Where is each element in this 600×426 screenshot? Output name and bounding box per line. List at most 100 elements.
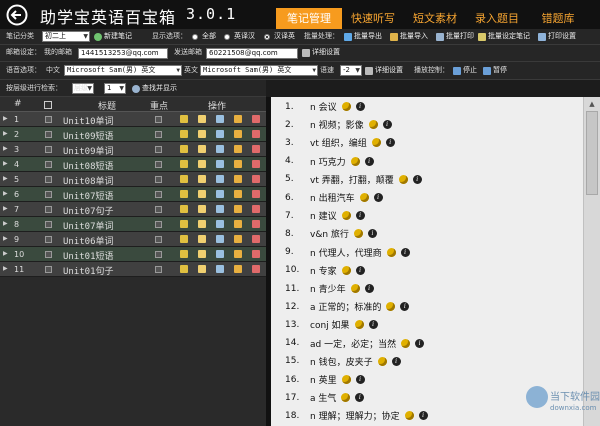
row-edit-icon[interactable] xyxy=(198,115,206,123)
row-title[interactable]: Unit09短语 xyxy=(63,129,114,142)
row-select-checkbox[interactable] xyxy=(45,206,52,213)
row-expand-arrow-icon[interactable]: ▶ xyxy=(3,145,8,152)
row-folder-icon[interactable] xyxy=(234,205,242,213)
tab-notes[interactable]: 笔记管理 xyxy=(276,8,342,29)
row-title[interactable]: Unit08单词 xyxy=(63,174,114,187)
row-folder-icon[interactable] xyxy=(234,160,242,168)
row-edit-icon[interactable] xyxy=(198,265,206,273)
row-select-checkbox[interactable] xyxy=(45,176,52,183)
speaker-icon[interactable] xyxy=(377,356,387,366)
tab-dictation[interactable]: 快速听写 xyxy=(342,8,404,29)
info-icon[interactable]: i xyxy=(415,338,425,348)
info-icon[interactable]: i xyxy=(364,284,374,293)
row-delete-icon[interactable] xyxy=(252,115,260,123)
speaker-icon[interactable] xyxy=(386,247,396,257)
row-email-icon[interactable] xyxy=(216,190,224,198)
speaker-icon[interactable] xyxy=(350,156,360,166)
scroll-thumb[interactable] xyxy=(586,111,598,195)
info-icon[interactable]: i xyxy=(367,229,377,239)
row-key-checkbox[interactable] xyxy=(155,191,162,198)
row-expand-arrow-icon[interactable]: ▶ xyxy=(3,130,8,137)
row-email-icon[interactable] xyxy=(216,250,224,258)
speaker-icon[interactable] xyxy=(341,375,351,384)
info-icon[interactable]: i xyxy=(400,302,410,312)
row-edit-icon[interactable] xyxy=(198,145,206,153)
row-select-checkbox[interactable] xyxy=(45,131,52,138)
row-email-icon[interactable] xyxy=(216,175,224,183)
row-email-icon[interactable] xyxy=(216,130,224,138)
row-folder-icon[interactable] xyxy=(234,175,242,183)
row-select-checkbox[interactable] xyxy=(45,161,52,168)
tab-wrong-questions[interactable]: 错题库 xyxy=(528,8,588,29)
info-icon[interactable]: i xyxy=(355,265,365,275)
speaker-icon[interactable] xyxy=(359,193,369,202)
level-select[interactable]: 1 ▼ xyxy=(104,83,126,94)
row-key-checkbox[interactable] xyxy=(155,221,162,228)
row-delete-icon[interactable] xyxy=(252,160,260,168)
row-delete-icon[interactable] xyxy=(252,175,260,183)
new-note-button[interactable]: 新建笔记 xyxy=(94,31,132,42)
row-delete-icon[interactable] xyxy=(252,205,260,213)
stop-button[interactable]: 停止 xyxy=(453,65,477,76)
row-folder-icon[interactable] xyxy=(234,190,242,198)
row-email-icon[interactable] xyxy=(216,235,224,243)
row-folder-icon[interactable] xyxy=(234,220,242,228)
voice-detail-settings-button[interactable]: 详细设置 xyxy=(365,65,403,76)
row-expand-arrow-icon[interactable]: ▶ xyxy=(3,175,8,182)
row-email-icon[interactable] xyxy=(216,160,224,168)
info-icon[interactable]: i xyxy=(355,375,365,384)
speaker-icon[interactable] xyxy=(368,120,378,130)
row-key-checkbox[interactable] xyxy=(155,251,162,258)
row-select-checkbox[interactable] xyxy=(45,191,52,198)
vertical-scrollbar[interactable]: ▲ xyxy=(583,97,600,426)
row-select-checkbox[interactable] xyxy=(45,221,52,228)
info-icon[interactable]: i xyxy=(385,138,395,148)
row-edit-icon[interactable] xyxy=(198,220,206,228)
row-email-icon[interactable] xyxy=(216,220,224,228)
table-row[interactable]: ▶ 10 Unit01短语 xyxy=(0,247,266,262)
table-row[interactable]: ▶ 11 Unit01句子 xyxy=(0,262,266,277)
row-delete-icon[interactable] xyxy=(252,220,260,228)
table-row[interactable]: ▶ 3 Unit09单词 xyxy=(0,142,266,157)
row-key-checkbox[interactable] xyxy=(155,266,162,273)
tab-essays[interactable]: 短文素材 xyxy=(404,8,466,29)
row-title[interactable]: Unit09单词 xyxy=(63,144,114,157)
table-row[interactable]: ▶ 5 Unit08单词 xyxy=(0,172,266,187)
row-edit-icon[interactable] xyxy=(198,235,206,243)
row-edit-icon[interactable] xyxy=(198,190,206,198)
scroll-up-arrow-icon[interactable]: ▲ xyxy=(584,97,600,111)
option-all-radio[interactable]: 全部 xyxy=(192,31,216,42)
batch-print-button[interactable]: 批量打印 xyxy=(436,31,474,42)
row-expand-arrow-icon[interactable]: ▶ xyxy=(3,235,8,242)
row-speaker-icon[interactable] xyxy=(180,130,188,138)
info-icon[interactable]: i xyxy=(355,211,365,221)
row-delete-icon[interactable] xyxy=(252,265,260,273)
speed-select[interactable]: -2 ▼ xyxy=(340,65,362,76)
info-icon[interactable]: i xyxy=(355,393,365,403)
row-title[interactable]: Unit01短语 xyxy=(63,249,114,262)
row-delete-icon[interactable] xyxy=(252,145,260,153)
print-setup-button[interactable]: 打印设置 xyxy=(538,31,576,42)
my-email-input[interactable]: 1441513253@qq.com xyxy=(78,48,168,59)
row-folder-icon[interactable] xyxy=(234,130,242,138)
speaker-icon[interactable] xyxy=(398,174,408,184)
row-key-checkbox[interactable] xyxy=(155,236,162,243)
chinese-voice-select[interactable]: Microsoft Sam(男) 英文 ▼ xyxy=(64,65,182,76)
row-key-checkbox[interactable] xyxy=(155,116,162,123)
row-folder-icon[interactable] xyxy=(234,235,242,243)
speaker-icon[interactable] xyxy=(341,102,351,111)
row-title[interactable]: Unit01句子 xyxy=(63,264,114,277)
row-delete-icon[interactable] xyxy=(252,190,260,198)
row-speaker-icon[interactable] xyxy=(180,265,188,273)
row-edit-icon[interactable] xyxy=(198,160,206,168)
row-email-icon[interactable] xyxy=(216,115,224,123)
row-title[interactable]: Unit10单词 xyxy=(63,114,114,127)
row-edit-icon[interactable] xyxy=(198,250,206,258)
table-row[interactable]: ▶ 7 Unit07句子 xyxy=(0,202,266,217)
info-icon[interactable]: i xyxy=(400,247,410,257)
row-expand-arrow-icon[interactable]: ▶ xyxy=(3,220,8,227)
batch-set-notes-button[interactable]: 批量设定笔记 xyxy=(478,31,530,42)
row-speaker-icon[interactable] xyxy=(180,205,188,213)
row-title[interactable]: Unit06单词 xyxy=(63,234,114,247)
row-key-checkbox[interactable] xyxy=(155,161,162,168)
